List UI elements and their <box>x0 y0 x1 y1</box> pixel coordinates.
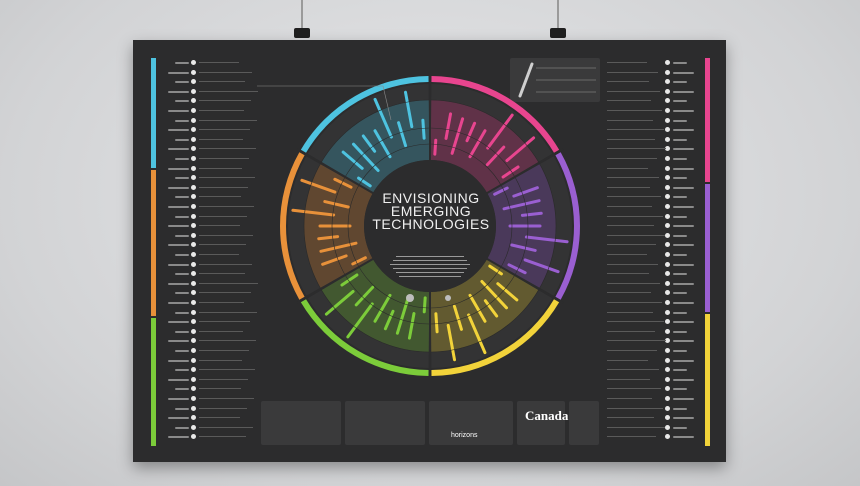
canada-wordmark: Canada <box>525 408 569 423</box>
technology-bar <box>421 118 426 140</box>
centre-text-line <box>399 276 461 277</box>
technology-wheel <box>257 72 580 380</box>
info-box-5 <box>569 401 599 445</box>
clip-wire <box>301 0 303 30</box>
poster-clip-left <box>290 0 314 40</box>
horizons-logo: horizons <box>451 432 478 439</box>
info-box-1 <box>261 401 341 445</box>
technology-bar <box>433 138 438 156</box>
poster: ENVISIONING EMERGING TECHNOLOGIES Canada… <box>133 40 726 462</box>
title-line-3: TECHNOLOGIES <box>372 216 490 232</box>
centre-text-line <box>390 264 470 265</box>
centre-text-line <box>393 260 467 261</box>
centre-text-line <box>396 272 464 273</box>
page-title: ENVISIONING EMERGING TECHNOLOGIES <box>356 191 506 232</box>
logo-mark-icon <box>406 294 414 302</box>
centre-text-line <box>393 268 467 269</box>
poster-clip-right <box>546 0 570 40</box>
clip-body <box>550 28 566 38</box>
centre-text-line <box>396 256 464 257</box>
clip-body <box>294 28 310 38</box>
network-mark-icon <box>445 295 451 301</box>
clip-wire <box>557 0 559 30</box>
technology-bar <box>434 312 439 334</box>
technology-bar <box>422 296 427 314</box>
info-box-2 <box>345 401 425 445</box>
